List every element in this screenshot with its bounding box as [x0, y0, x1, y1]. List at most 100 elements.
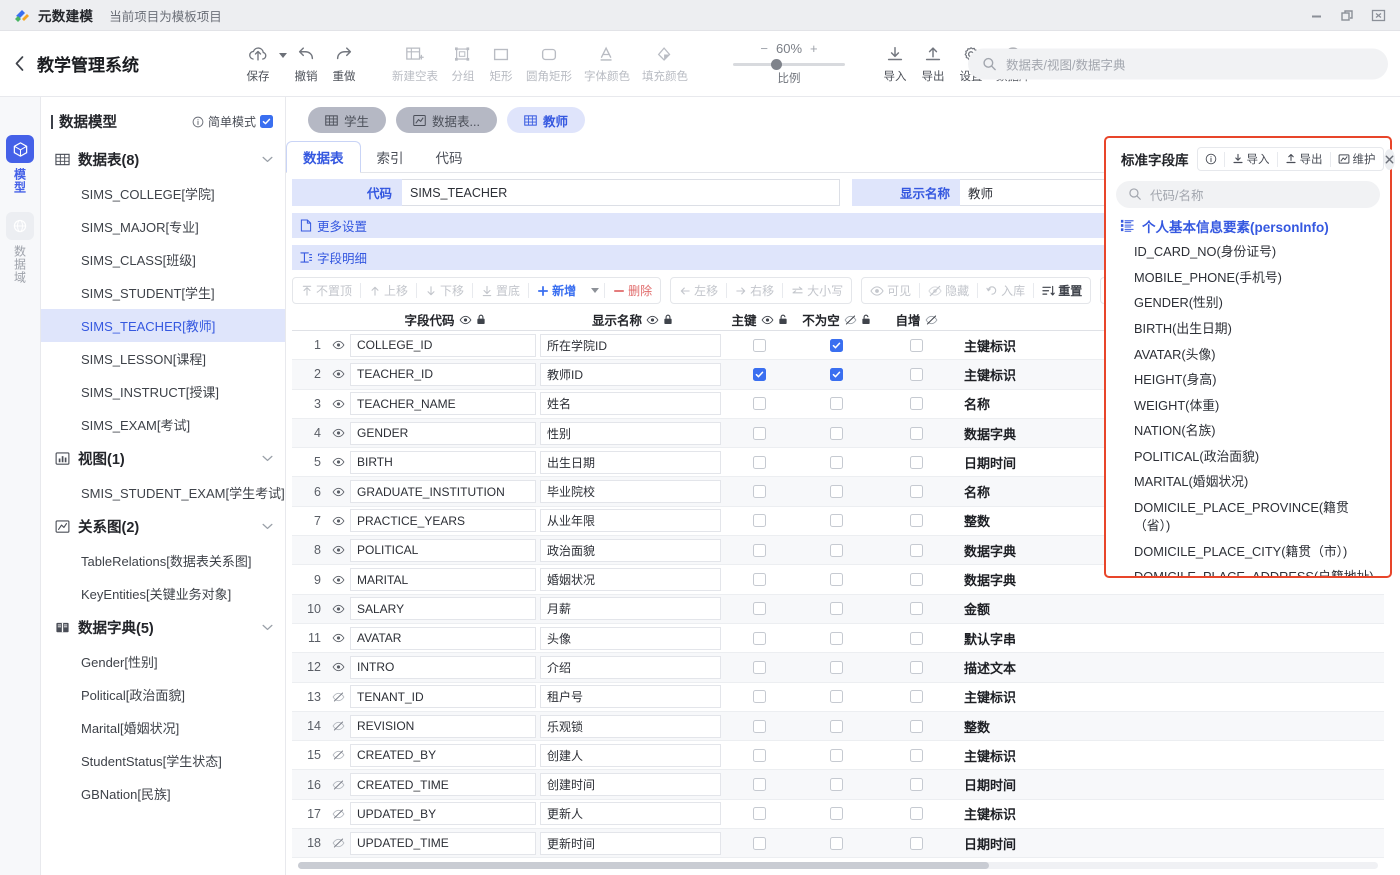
- eye-icon[interactable]: [326, 545, 350, 555]
- visible-button[interactable]: 可见: [862, 278, 919, 303]
- close-icon[interactable]: [1371, 8, 1386, 23]
- cell-primary-key[interactable]: [725, 573, 794, 586]
- rectangle-button[interactable]: 矩形: [482, 42, 520, 85]
- primary-key-checkbox[interactable]: [753, 837, 766, 850]
- pin-bottom-button[interactable]: 置底: [473, 278, 528, 303]
- cell-display-name[interactable]: 性别: [540, 422, 725, 445]
- list-item[interactable]: MOBILE_PHONE(手机号): [1106, 265, 1390, 291]
- eye-off-icon[interactable]: [326, 750, 350, 760]
- font-color-button[interactable]: 字体颜色: [578, 42, 636, 85]
- global-search[interactable]: 数据表/视图/数据字典: [968, 48, 1388, 79]
- tree-group-tables[interactable]: 数据表(8): [41, 142, 285, 177]
- field-library-search-input[interactable]: 代码/名称: [1150, 185, 1203, 204]
- cell-auto-increment[interactable]: [879, 632, 954, 645]
- cell-field-code[interactable]: GENDER: [350, 422, 540, 445]
- sidebar-item-sims-college[interactable]: SIMS_COLLEGE[学院]: [41, 177, 285, 210]
- not-null-checkbox[interactable]: [830, 339, 843, 352]
- cell-field-code[interactable]: GRADUATE_INSTITUTION: [350, 480, 540, 503]
- cell-field-code[interactable]: MARITAL: [350, 568, 540, 591]
- auto-increment-checkbox[interactable]: [910, 778, 923, 791]
- cell-auto-increment[interactable]: [879, 456, 954, 469]
- cell-not-null[interactable]: [794, 661, 879, 674]
- not-null-checkbox[interactable]: [830, 778, 843, 791]
- table-row[interactable]: 15CREATED_BY创建人主键标识: [292, 741, 1384, 770]
- primary-key-checkbox[interactable]: [753, 778, 766, 791]
- cell-primary-key[interactable]: [725, 602, 794, 615]
- list-item[interactable]: POLITICAL(政治面貌): [1106, 444, 1390, 470]
- import-button[interactable]: 导入: [876, 42, 914, 85]
- cell-auto-increment[interactable]: [879, 427, 954, 440]
- eye-icon[interactable]: [646, 315, 659, 325]
- sidebar-item-table-relations[interactable]: TableRelations[数据表关系图]: [41, 544, 285, 577]
- eye-icon[interactable]: [326, 604, 350, 614]
- cell-field-code[interactable]: COLLEGE_ID: [350, 334, 540, 357]
- code-input[interactable]: SIMS_TEACHER: [402, 179, 840, 206]
- auto-increment-checkbox[interactable]: [910, 397, 923, 410]
- zoom-slider-thumb[interactable]: [771, 59, 782, 70]
- doc-tab-student[interactable]: 学生: [308, 107, 386, 133]
- auto-increment-checkbox[interactable]: [910, 427, 923, 440]
- sidebar-item-sims-class[interactable]: SIMS_CLASS[班级]: [41, 243, 285, 276]
- case-toggle-button[interactable]: 大小写: [783, 278, 851, 303]
- move-down-button[interactable]: 下移: [417, 278, 472, 303]
- not-null-checkbox[interactable]: [830, 397, 843, 410]
- cell-data-domain[interactable]: 主键标识: [954, 804, 1384, 823]
- cell-primary-key[interactable]: [725, 456, 794, 469]
- primary-key-checkbox[interactable]: [753, 749, 766, 762]
- lock-icon[interactable]: [663, 314, 673, 325]
- table-row[interactable]: 17UPDATED_BY更新人主键标识: [292, 800, 1384, 829]
- table-row[interactable]: 10SALARY月薪金额: [292, 595, 1384, 624]
- cell-field-code[interactable]: REVISION: [350, 715, 540, 738]
- cell-primary-key[interactable]: [725, 397, 794, 410]
- field-library-search[interactable]: 代码/名称: [1116, 181, 1380, 208]
- cell-not-null[interactable]: [794, 837, 879, 850]
- unlock-icon[interactable]: [778, 314, 788, 325]
- cell-display-name[interactable]: 从业年限: [540, 509, 725, 532]
- sidebar-item-sims-exam[interactable]: SIMS_EXAM[考试]: [41, 408, 285, 441]
- cell-auto-increment[interactable]: [879, 397, 954, 410]
- rounded-rectangle-button[interactable]: 圆角矩形: [520, 42, 578, 85]
- eye-off-icon[interactable]: [326, 838, 350, 848]
- cell-field-code[interactable]: POLITICAL: [350, 539, 540, 562]
- tab-code[interactable]: 代码: [420, 141, 479, 172]
- eye-icon[interactable]: [761, 315, 774, 325]
- cell-auto-increment[interactable]: [879, 544, 954, 557]
- cell-not-null[interactable]: [794, 573, 879, 586]
- eye-icon[interactable]: [326, 399, 350, 409]
- cell-auto-increment[interactable]: [879, 602, 954, 615]
- auto-increment-checkbox[interactable]: [910, 368, 923, 381]
- unlock-icon[interactable]: [861, 314, 871, 325]
- cell-data-domain[interactable]: 描述文本: [954, 658, 1384, 677]
- sidebar-item-sims-lesson[interactable]: SIMS_LESSON[课程]: [41, 342, 285, 375]
- cell-display-name[interactable]: 创建人: [540, 744, 725, 767]
- auto-increment-checkbox[interactable]: [910, 690, 923, 703]
- list-item[interactable]: BIRTH(出生日期): [1106, 316, 1390, 342]
- cell-primary-key[interactable]: [725, 427, 794, 440]
- cell-display-name[interactable]: 所在学院ID: [540, 334, 725, 357]
- new-empty-table-button[interactable]: 新建空表: [386, 42, 444, 85]
- cell-auto-increment[interactable]: [879, 485, 954, 498]
- cell-not-null[interactable]: [794, 720, 879, 733]
- eye-off-icon[interactable]: [326, 780, 350, 790]
- sidebar-item-key-entities[interactable]: KeyEntities[关键业务对象]: [41, 577, 285, 610]
- cell-field-code[interactable]: AVATAR: [350, 627, 540, 650]
- eye-icon[interactable]: [326, 457, 350, 467]
- primary-key-checkbox[interactable]: [753, 485, 766, 498]
- primary-key-checkbox[interactable]: [753, 807, 766, 820]
- zoom-slider[interactable]: [733, 63, 845, 66]
- back-chevron-icon[interactable]: [14, 55, 25, 72]
- field-library-import-button[interactable]: 导入: [1225, 148, 1277, 170]
- cell-data-domain[interactable]: 整数: [954, 717, 1384, 736]
- cell-field-code[interactable]: SALARY: [350, 597, 540, 620]
- eye-icon[interactable]: [459, 315, 472, 325]
- list-item[interactable]: NATION(名族): [1106, 419, 1390, 445]
- eye-off-icon[interactable]: [326, 692, 350, 702]
- field-library-group[interactable]: 个人基本信息要素(personInfo): [1106, 214, 1390, 240]
- cell-primary-key[interactable]: [725, 837, 794, 850]
- cell-field-code[interactable]: CREATED_BY: [350, 744, 540, 767]
- cell-field-code[interactable]: BIRTH: [350, 451, 540, 474]
- add-field-dropdown[interactable]: [584, 278, 604, 303]
- cell-not-null[interactable]: [794, 602, 879, 615]
- chevron-down-icon[interactable]: [262, 156, 273, 163]
- eye-off-icon[interactable]: [925, 315, 938, 325]
